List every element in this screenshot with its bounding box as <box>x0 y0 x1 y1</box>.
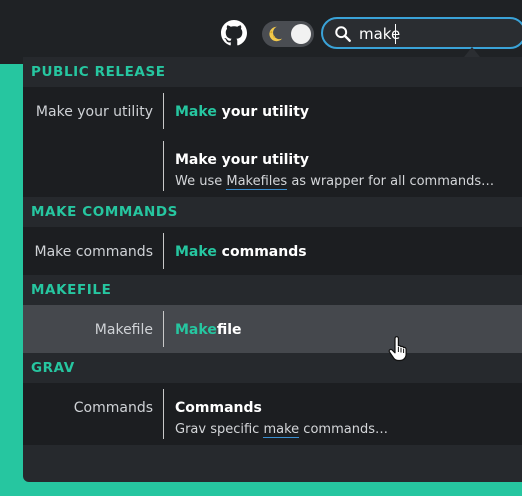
result-description: Grav specific make commands… <box>175 422 522 438</box>
hand-cursor-icon <box>388 336 407 362</box>
result-title: Make your utility <box>175 104 522 120</box>
result-content[interactable]: Make your utility We use Makefiles as wr… <box>163 141 522 191</box>
desc-text: We use <box>175 174 227 189</box>
desc-text: commands… <box>299 422 388 437</box>
search-box[interactable] <box>321 17 522 49</box>
result-content[interactable]: Make your utility <box>163 93 522 129</box>
search-icon <box>335 26 351 42</box>
result-title-rest: file <box>216 322 242 338</box>
github-icon[interactable] <box>221 20 247 46</box>
result-row[interactable]: Make commands Make commands <box>23 227 522 275</box>
result-page-label: Make your utility <box>35 104 153 120</box>
text-caret <box>395 24 396 44</box>
moon-icon <box>269 26 283 42</box>
category-heading: MAKE COMMANDS <box>23 197 522 227</box>
result-title: Commands <box>175 400 262 416</box>
desc-match: make <box>263 422 300 438</box>
result-row-selected[interactable]: Makefile Makefile <box>23 305 522 353</box>
result-page-label: Make commands <box>34 244 153 260</box>
match-highlight: Make <box>175 322 217 338</box>
category-heading: GRAV <box>23 353 522 383</box>
result-row[interactable]: Commands Commands Grav specific make com… <box>23 383 522 445</box>
result-content[interactable]: Make commands <box>163 233 522 269</box>
desc-match: Makefiles <box>226 174 288 190</box>
result-page-label <box>23 135 163 197</box>
result-content[interactable]: Commands Grav specific make commands… <box>163 389 522 439</box>
category-heading: PUBLIC RELEASE <box>23 57 522 87</box>
panel-bottom-padding <box>23 445 522 453</box>
result-row[interactable]: Make your utility Make your utility <box>23 87 522 135</box>
result-title: Make your utility <box>175 152 310 168</box>
toggle-knob[interactable] <box>291 24 311 44</box>
result-title-rest: commands <box>216 244 307 260</box>
result-page-label: Makefile <box>94 322 153 338</box>
result-title-rest: your utility <box>216 104 310 120</box>
search-input[interactable] <box>359 23 509 45</box>
match-highlight: Make <box>175 244 217 260</box>
search-results-panel: PUBLIC RELEASE Make your utility Make yo… <box>23 57 522 482</box>
result-description: We use Makefiles as wrapper for all comm… <box>175 174 522 190</box>
top-bar <box>0 0 522 64</box>
desc-text: Grav specific <box>175 422 264 437</box>
dropdown-pointer <box>464 47 480 57</box>
result-title: Make commands <box>175 244 522 260</box>
theme-toggle[interactable] <box>262 21 314 47</box>
result-row[interactable]: Make your utility We use Makefiles as wr… <box>23 135 522 197</box>
category-heading: MAKEFILE <box>23 275 522 305</box>
result-title: Makefile <box>175 322 522 338</box>
result-page-label: Commands <box>73 400 153 416</box>
desc-text: as wrapper for all commands… <box>287 174 495 189</box>
result-content[interactable]: Makefile <box>163 311 522 347</box>
match-highlight: Make <box>175 104 217 120</box>
